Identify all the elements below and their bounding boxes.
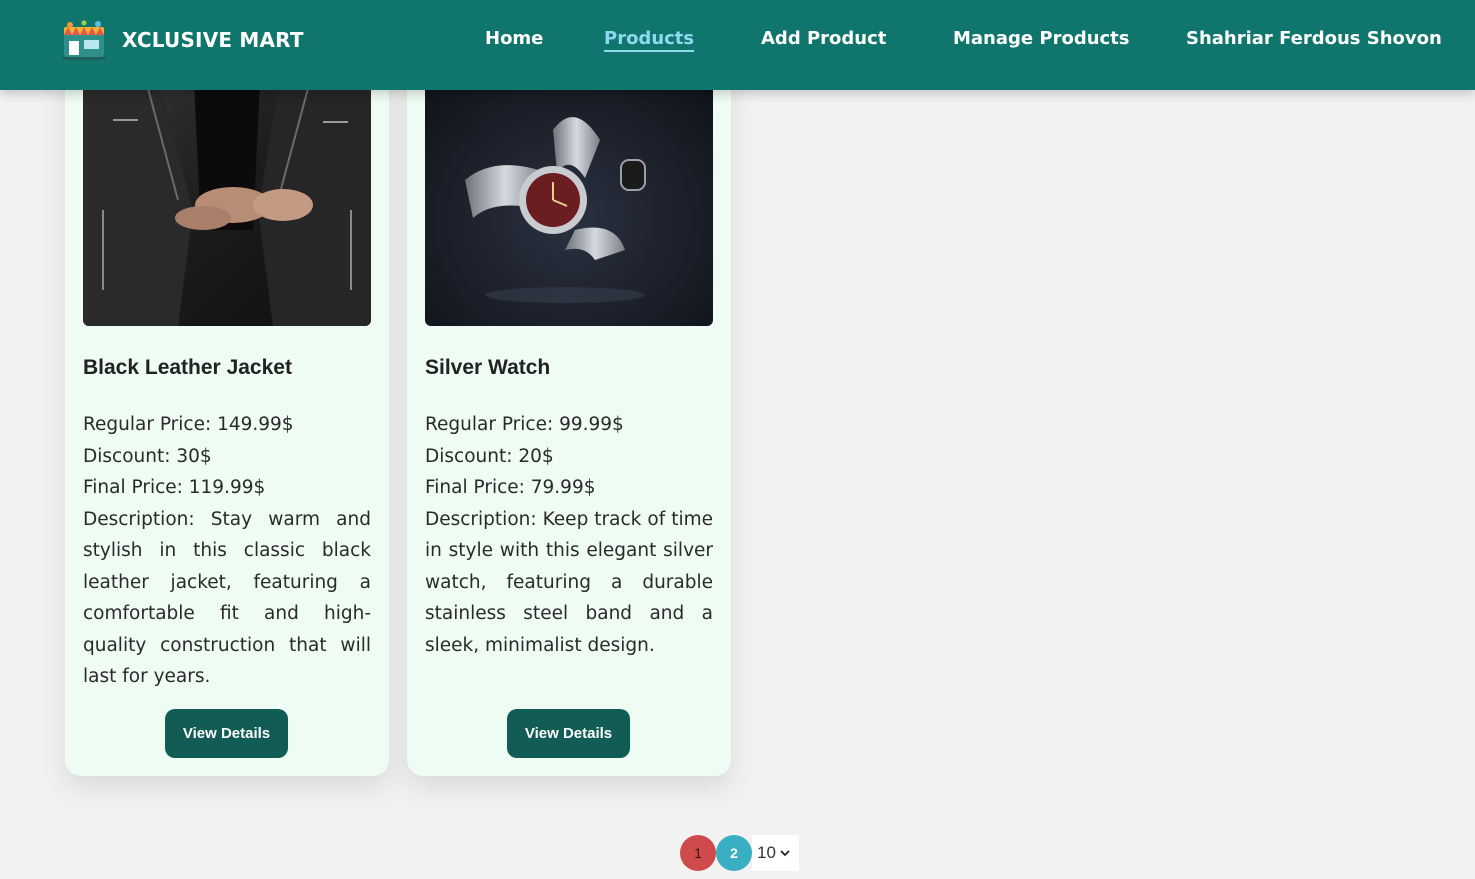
product-details: Regular Price: 149.99$ Discount: 30$ Fin…	[83, 409, 371, 693]
page-2-button[interactable]: 2	[716, 835, 752, 871]
regular-price: Regular Price: 149.99$	[83, 414, 294, 435]
product-card: Black Leather Jacket Regular Price: 149.…	[65, 60, 389, 776]
discount: Discount: 30$	[83, 445, 212, 467]
nav-manage-products-link[interactable]: Manage Products	[953, 28, 1130, 49]
view-details-button[interactable]: View Details	[507, 709, 630, 758]
final-price: Final Price: 119.99$	[83, 477, 266, 498]
navbar: XCLUSIVE MART Home Products Add Product …	[0, 0, 1475, 90]
store-logo-icon	[62, 20, 106, 60]
discount: Discount: 20$	[425, 445, 554, 467]
product-description: Description: Stay warm and stylish in th…	[83, 508, 371, 688]
product-details: Regular Price: 99.99$ Discount: 20$ Fina…	[425, 409, 713, 661]
items-per-page-select[interactable]: 10	[752, 835, 799, 871]
nav-add-product-link[interactable]: Add Product	[761, 28, 886, 49]
regular-price: Regular Price: 99.99$	[425, 414, 624, 435]
product-description: Description: Keep track of time in style…	[425, 508, 713, 656]
view-details-button[interactable]: View Details	[165, 709, 288, 758]
product-title: Black Leather Jacket	[83, 356, 292, 379]
silver-watch-image	[425, 60, 713, 326]
page-1-button[interactable]: 1	[680, 835, 716, 871]
final-price: Final Price: 79.99$	[425, 477, 596, 498]
chevron-down-icon	[780, 850, 790, 857]
nav-user-profile-link[interactable]: Shahriar Ferdous Shovon	[1186, 28, 1442, 49]
nav-home-link[interactable]: Home	[485, 28, 543, 49]
brand-name: XCLUSIVE MART	[122, 28, 304, 52]
leather-jacket-image	[83, 60, 371, 326]
brand[interactable]: XCLUSIVE MART	[60, 19, 304, 61]
product-card: Silver Watch Regular Price: 99.99$ Disco…	[407, 60, 731, 776]
nav-products-link[interactable]: Products	[604, 28, 695, 52]
per-page-value: 10	[757, 843, 776, 862]
product-title: Silver Watch	[425, 356, 551, 379]
